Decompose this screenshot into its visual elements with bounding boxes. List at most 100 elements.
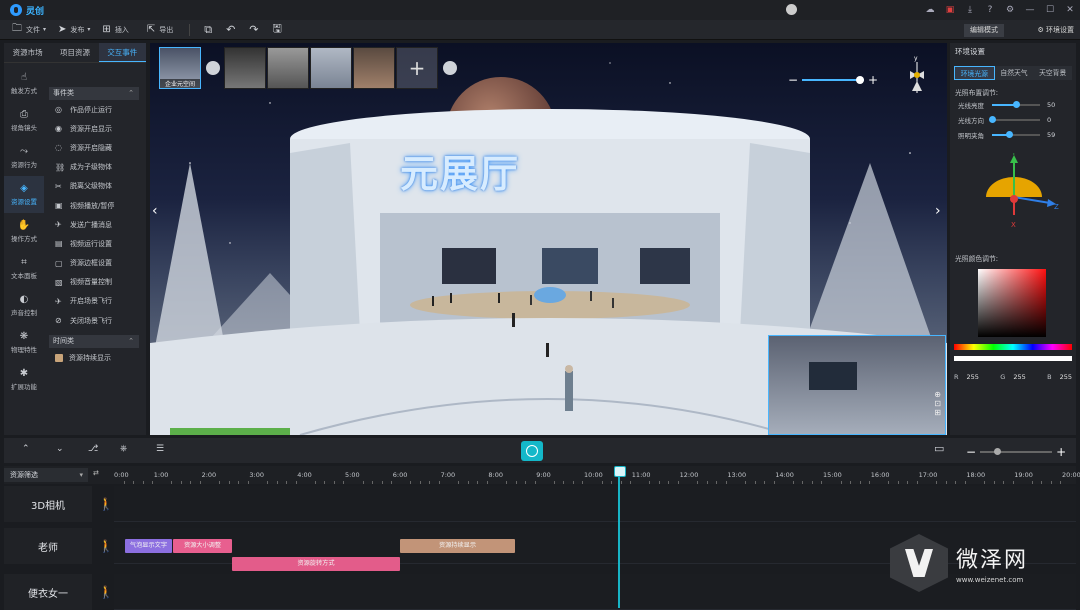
cloud-icon[interactable]: ☁ <box>920 5 940 15</box>
publish-menu[interactable]: ➤ 发布 ▾ <box>58 24 90 35</box>
list-item[interactable]: ◉ 资源开启显示 <box>49 119 139 138</box>
orientation-gizmo-icon[interactable]: y <box>902 53 932 101</box>
tab-sky[interactable]: 天空背景 <box>1033 66 1073 80</box>
minimize-icon[interactable]: — <box>1020 5 1040 15</box>
avatar[interactable] <box>786 4 797 15</box>
clip[interactable]: 资源持续显示 <box>400 539 515 553</box>
scene-viewport[interactable]: 元展厅 企业元空间 + − + y ‹ › ⊕ ⊡ ⊞ <box>150 43 947 435</box>
viewport-zoom[interactable]: − + <box>788 73 878 87</box>
close-icon[interactable]: ✕ <box>1060 5 1080 15</box>
tab-project-resources[interactable]: 项目资源 <box>51 43 98 62</box>
camera-preview[interactable]: ⊕ ⊡ ⊞ <box>768 335 946 435</box>
track-label[interactable]: 便衣女一 <box>4 574 92 610</box>
scene-thumb[interactable]: 企业元空间 <box>159 47 201 89</box>
sidebar-item-resource-settings[interactable]: ◈ 资源设置 <box>4 176 44 213</box>
sidebar-item-extensions[interactable]: ✱ 扩展功能 <box>4 361 44 398</box>
sidebar-item-physics[interactable]: ❋ 物理特性 <box>4 324 44 361</box>
tab-ambient-light[interactable]: 环境光源 <box>954 66 995 80</box>
scene-dot[interactable] <box>443 61 457 75</box>
track-row[interactable] <box>114 486 1076 522</box>
help-icon[interactable]: ? <box>980 5 1000 15</box>
sidebar-item-operation[interactable]: ✋ 操作方式 <box>4 213 44 250</box>
category-events[interactable]: 事件类 <box>49 87 139 100</box>
prev-arrow-icon[interactable]: ‹ <box>152 203 158 219</box>
list-item[interactable]: ✂ 脱离父级物体 <box>49 177 139 196</box>
scene-thumb[interactable] <box>353 47 395 89</box>
env-settings-button[interactable]: ⚙ 环境设置 <box>1037 24 1074 37</box>
list-item[interactable]: ◎ 作品停止运行 <box>49 100 139 119</box>
next-arrow-icon[interactable]: › <box>935 203 941 219</box>
light-direction-gizmo-icon[interactable]: Y Z X <box>980 153 1060 233</box>
list-item[interactable]: ▧ 视频音量控制 <box>49 273 139 292</box>
tab-resource-market[interactable]: 资源市场 <box>4 43 51 62</box>
track-label[interactable]: 3D相机 <box>4 486 92 522</box>
sidebar-item-sound[interactable]: ◐ 声音控制 <box>4 287 44 324</box>
list-item[interactable]: ▣ 视频播放/暂停 <box>49 196 139 215</box>
tab-interaction-events[interactable]: 交互事件 <box>98 43 146 62</box>
slider-direction[interactable]: 光线方向 0 <box>950 112 1076 127</box>
slider-track[interactable] <box>992 130 1040 138</box>
collapse-up-icon[interactable]: ⌃ <box>22 444 30 454</box>
export-button[interactable]: ⇱ 导出 <box>147 24 173 35</box>
scene-dot[interactable] <box>206 61 220 75</box>
slider-handle[interactable] <box>1005 130 1013 138</box>
timeline-zoom-track[interactable] <box>980 448 1053 455</box>
alpha-slider[interactable] <box>954 356 1072 361</box>
copy-icon[interactable]: ⧉ <box>204 23 212 37</box>
slider-handle[interactable] <box>989 115 996 123</box>
notification-icon[interactable]: ▣ <box>940 5 960 15</box>
maximize-icon[interactable]: ☐ <box>1040 5 1060 15</box>
rgb-b[interactable]: B 255 <box>1047 373 1072 381</box>
mode-button[interactable]: 编辑模式 <box>964 24 1004 37</box>
download-icon[interactable]: ⤓ <box>960 5 980 15</box>
zoom-in-icon[interactable]: + <box>1056 445 1066 459</box>
add-scene-button[interactable]: + <box>396 47 438 89</box>
insert-button[interactable]: ⊞ 插入 <box>102 24 128 35</box>
preview-controls-icon[interactable]: ⊕ ⊡ ⊞ <box>934 390 941 417</box>
save-icon[interactable]: 🖫 <box>273 20 282 39</box>
undo-icon[interactable]: ↶ <box>226 23 235 36</box>
scene-thumb[interactable] <box>224 47 266 89</box>
rgb-g[interactable]: G 255 <box>1000 373 1025 381</box>
list-item[interactable]: ✈ 开启场景飞行 <box>49 292 139 311</box>
scene-thumb[interactable] <box>310 47 352 89</box>
color-picker[interactable] <box>978 269 1046 337</box>
list-icon[interactable]: ☰ <box>156 444 164 454</box>
clip[interactable]: 气泡显示文字 <box>125 539 172 553</box>
slider-track[interactable] <box>992 100 1040 108</box>
zoom-in-icon[interactable]: + <box>868 73 878 87</box>
playhead[interactable] <box>614 466 626 608</box>
ruler-settings-icon[interactable]: ⇄ <box>93 469 99 477</box>
slider-track[interactable] <box>989 115 1040 123</box>
list-item[interactable]: ◌ 资源开启隐藏 <box>49 138 139 157</box>
sidebar-item-text-panel[interactable]: ⌗ 文本面板 <box>4 250 44 287</box>
tab-weather[interactable]: 自然天气 <box>994 66 1034 80</box>
node-add-icon[interactable]: ⎇ <box>88 444 98 454</box>
zoom-out-icon[interactable]: − <box>966 445 976 459</box>
file-menu[interactable]: 🗀 文件 ▾ <box>12 21 46 38</box>
clip[interactable]: 资源旋转方式 <box>232 557 400 571</box>
list-item[interactable]: ⛓ 成为子级物体 <box>49 158 139 177</box>
category-time[interactable]: 时间类 <box>49 335 139 349</box>
list-item[interactable]: ▤ 视频运行设置 <box>49 234 139 253</box>
play-button[interactable] <box>521 441 543 461</box>
clip[interactable]: 资源大小调整 <box>173 539 232 553</box>
timeline-zoom[interactable]: − + <box>966 445 1066 459</box>
slider-angle[interactable]: 照明夹角 59 <box>950 127 1076 142</box>
resource-filter-dropdown[interactable]: 资源筛选 <box>4 468 88 482</box>
rgb-r[interactable]: R 255 <box>954 373 979 381</box>
hue-slider[interactable] <box>954 344 1072 350</box>
slider-brightness[interactable]: 光线亮度 50 <box>950 97 1076 112</box>
list-item[interactable]: 资源持续显示 <box>49 348 139 367</box>
scene-thumb[interactable] <box>267 47 309 89</box>
sidebar-item-camera[interactable]: ⎙ 视角镜头 <box>4 102 44 139</box>
sidebar-item-behavior[interactable]: ⤳ 资源行为 <box>4 139 44 176</box>
list-item[interactable]: ▢ 资源边框设置 <box>49 254 139 273</box>
settings-icon[interactable]: ⚙ <box>1000 5 1020 15</box>
zoom-out-icon[interactable]: − <box>788 73 798 87</box>
redo-icon[interactable]: ↷ <box>249 23 258 36</box>
sidebar-item-trigger[interactable]: ☝ 触发方式 <box>4 65 44 102</box>
track-label[interactable]: 老师 <box>4 528 92 564</box>
node-link-icon[interactable]: ⎈ <box>120 444 127 454</box>
video-record-icon[interactable]: ▭ <box>934 442 944 455</box>
